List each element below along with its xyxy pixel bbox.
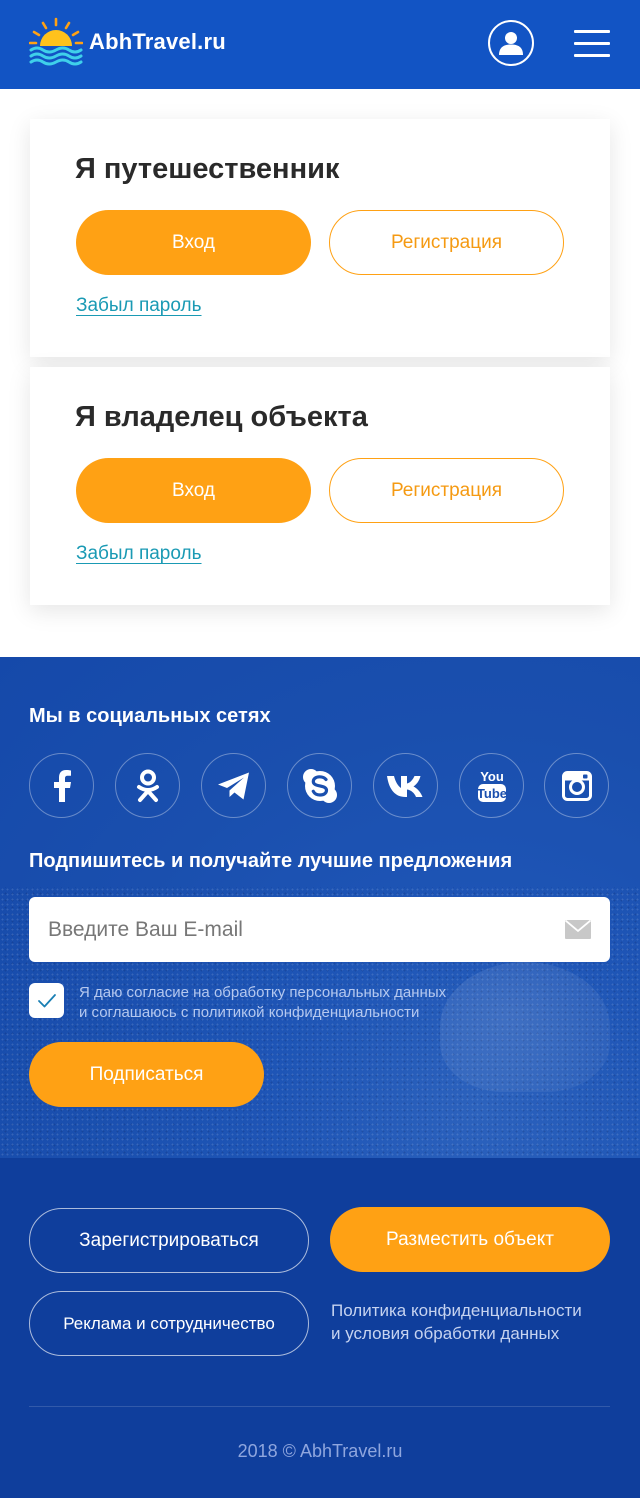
skype-button[interactable] [287,753,352,818]
checkmark-icon [37,993,56,1007]
copyright: 2018 © AbhTravel.ru [237,1441,403,1461]
social-subscribe-section: Мы в социальных сетях You Tube Подпишите… [0,657,640,1158]
social-title: Мы в социальных сетях [29,705,271,727]
consent-line-1: Я даю согласие на обработку персональных… [79,984,447,1001]
instagram-icon [561,770,592,801]
odnoklassniki-icon [136,769,159,802]
subscribe-button[interactable]: Подписаться [29,1042,264,1107]
youtube-button[interactable]: You Tube [459,753,524,818]
consent-line-2: и соглашаюсь с политикой конфиденциально… [79,1004,420,1021]
svg-text:You: You [480,769,504,784]
email-input[interactable] [29,897,549,962]
policy-line-2: и условия обработки данных [331,1324,560,1343]
odnoklassniki-button[interactable] [115,753,180,818]
consent-text: Я даю согласие на обработку персональных… [79,983,446,1023]
seashell-background [440,962,610,1092]
consent-checkbox[interactable] [29,983,64,1018]
traveler-login-button[interactable]: Вход [76,210,311,275]
telegram-button[interactable] [201,753,266,818]
youtube-icon: You Tube [476,769,507,802]
telegram-icon [217,772,249,799]
email-field-wrapper [29,897,610,962]
owner-card-title: Я владелец объекта [75,401,368,433]
brand-name[interactable]: AbhTravel.ru [89,29,226,55]
site-header: AbhTravel.ru [0,0,640,89]
owner-card: Я владелец объекта Вход Регистрация Забы… [30,367,610,605]
instagram-button[interactable] [544,753,609,818]
subscribe-title: Подпишитесь и получайте лучшие предложен… [29,850,513,872]
user-icon [499,32,523,55]
owner-login-button[interactable]: Вход [76,458,311,523]
facebook-button[interactable] [29,753,94,818]
skype-icon [302,768,337,803]
hamburger-menu-icon[interactable] [574,30,610,58]
traveler-card-title: Я путешественник [75,153,340,185]
user-account-button[interactable] [488,20,534,66]
mail-icon [565,920,591,939]
advertising-button[interactable]: Реклама и сотрудничество [29,1291,309,1356]
footer-divider [29,1406,610,1407]
traveler-forgot-password-link[interactable]: Забыл пароль [76,295,202,317]
vk-button[interactable] [373,753,438,818]
site-footer: Зарегистрироваться Разместить объект Рек… [0,1158,640,1498]
owner-register-button[interactable]: Регистрация [329,458,564,523]
policy-line-1: Политика конфиденциальности [331,1301,582,1320]
register-button[interactable]: Зарегистрироваться [29,1208,309,1273]
traveler-card: Я путешественник Вход Регистрация Забыл … [30,119,610,357]
facebook-icon [53,769,71,802]
vk-icon [386,775,422,797]
svg-text:Tube: Tube [476,786,506,801]
owner-forgot-password-link[interactable]: Забыл пароль [76,543,202,565]
place-object-button[interactable]: Разместить объект [330,1207,610,1272]
privacy-policy-link[interactable]: Политика конфиденциальности и условия об… [331,1299,582,1345]
traveler-register-button[interactable]: Регистрация [329,210,564,275]
sun-over-waves-logo[interactable] [29,16,83,66]
